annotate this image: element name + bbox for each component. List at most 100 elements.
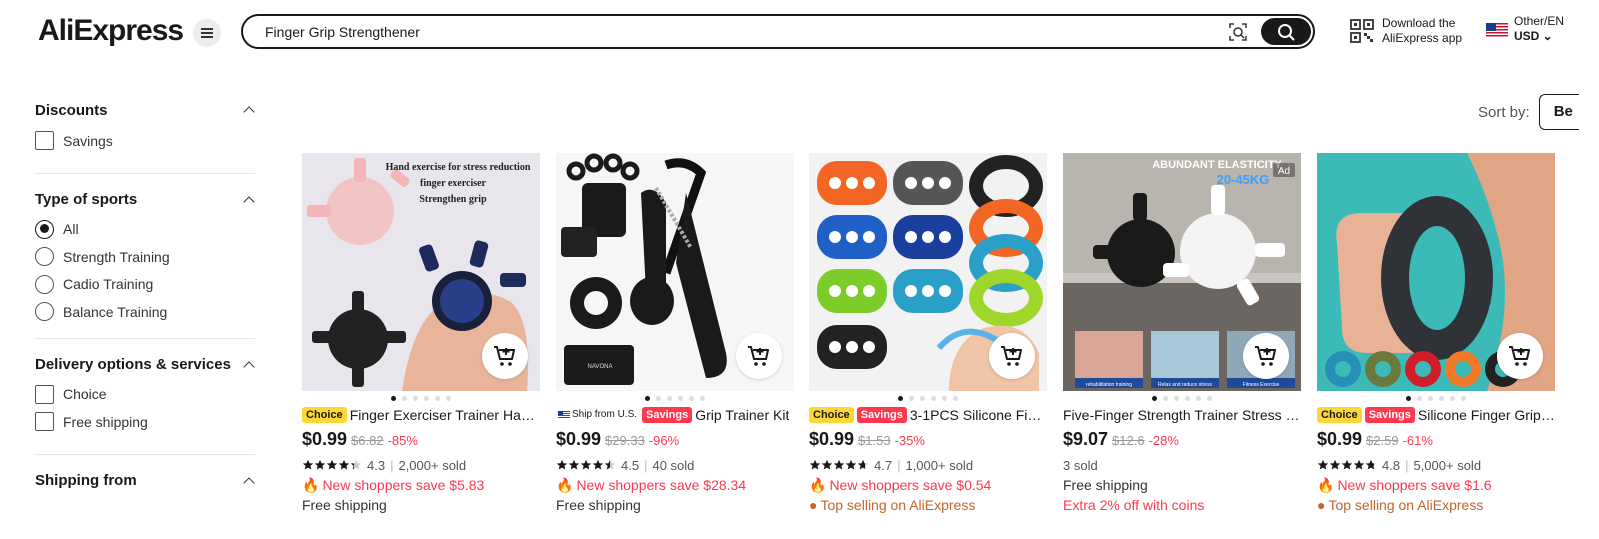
product-image[interactable]: Hand exercise for stress reduction finge… — [302, 153, 540, 391]
product-title-row[interactable]: Choice Savings Silicone Finger Gripper — [1317, 405, 1555, 425]
option-savings[interactable]: Savings — [35, 127, 255, 155]
product-title-row[interactable]: Ship from U.S. Savings Grip Trainer Kit — [556, 405, 794, 425]
rating-value: 4.7 — [874, 457, 893, 473]
app-download[interactable]: Download the AliExpress app — [1350, 16, 1462, 46]
sold-count: 2,000+ sold — [398, 457, 467, 473]
svg-text:rehabilitation training: rehabilitation training — [1086, 382, 1132, 388]
star-icon — [1317, 459, 1329, 470]
original-price: $29.33 — [605, 433, 645, 448]
price: $0.99 — [809, 429, 855, 449]
product-title-row[interactable]: Choice Finger Exerciser Trainer Hand Gri… — [302, 405, 540, 425]
option-free-shipping[interactable]: Free shipping — [35, 408, 255, 436]
option-strength-training[interactable]: Strength Training — [35, 243, 255, 271]
filter-discounts: Discounts Savings — [35, 98, 255, 174]
image-carousel-dots[interactable] — [1317, 391, 1555, 405]
star-icon — [1329, 459, 1341, 470]
menu-button[interactable] — [193, 19, 221, 47]
option-balance-training[interactable]: Balance Training — [35, 298, 255, 326]
option-all[interactable]: All — [35, 216, 255, 244]
product-card[interactable]: Hand exercise for stress reduction finge… — [302, 153, 540, 515]
product-image[interactable]: ABUNDANT ELASTICITY 20-45KG Ad rehabilit… — [1063, 153, 1301, 391]
search-input[interactable] — [265, 22, 1205, 42]
add-to-cart-button[interactable] — [1497, 333, 1543, 379]
product-card[interactable]: Choice Savings Silicone Finger Gripper $… — [1317, 153, 1555, 515]
radio[interactable] — [35, 274, 54, 294]
add-to-cart-button[interactable] — [736, 333, 782, 379]
product-card[interactable]: Choice Savings 3-1PCS Silicone Finger St… — [809, 153, 1047, 515]
us-flag-icon — [1486, 23, 1508, 38]
image-search-icon[interactable] — [1228, 22, 1248, 42]
radio[interactable] — [35, 219, 54, 239]
product-image[interactable]: NAVONA — [556, 153, 794, 391]
image-carousel-dots[interactable] — [302, 391, 540, 405]
hamburger-icon — [201, 32, 213, 34]
header: AliExpress Download the — [0, 0, 1599, 64]
star-icon — [833, 459, 845, 470]
savings-badge: Savings — [1364, 407, 1415, 423]
product-title[interactable]: Grip Trainer Kit — [695, 407, 789, 423]
add-to-cart-button[interactable] — [482, 333, 528, 379]
price: $0.99 — [302, 429, 348, 449]
add-to-cart-icon — [494, 346, 515, 366]
search-bar — [241, 14, 1315, 49]
star-rating-icon — [556, 459, 616, 471]
star-icon — [314, 459, 326, 470]
filter-title-sports[interactable]: Type of sports — [35, 188, 255, 212]
rating-row: 4.3 | 2,000+ sold — [302, 455, 540, 475]
chevron-up-icon — [243, 104, 255, 116]
product-title-row[interactable]: Five-Finger Strength Trainer Stress Reli… — [1063, 405, 1301, 425]
option-choice[interactable]: Choice — [35, 381, 255, 409]
search-button[interactable] — [1261, 18, 1311, 45]
image-caption-2: finger exerciser — [420, 178, 487, 189]
checkbox[interactable] — [35, 412, 54, 432]
image-carousel-dots[interactable] — [556, 391, 794, 405]
sort-label: Sort by: — [1478, 103, 1530, 121]
product-card[interactable]: NAVONA Ship from U.S. Savings Grip Train… — [556, 153, 794, 515]
add-to-cart-button[interactable] — [1243, 333, 1289, 379]
product-title[interactable]: 3-1PCS Silicone Finger Stretcher — [910, 407, 1047, 423]
filter-title-delivery[interactable]: Delivery options & services — [35, 353, 255, 377]
star-icon — [857, 459, 869, 470]
star-icon — [1365, 459, 1377, 470]
product-title[interactable]: Finger Exerciser Trainer Hand Grip — [350, 407, 540, 423]
radio[interactable] — [35, 302, 54, 322]
filter-title-shipping-from[interactable]: Shipping from — [35, 469, 255, 493]
image-carousel-dots[interactable] — [809, 391, 1047, 405]
product-card[interactable]: ABUNDANT ELASTICITY 20-45KG Ad rehabilit… — [1063, 153, 1301, 515]
product-title-row[interactable]: Choice Savings 3-1PCS Silicone Finger St… — [809, 405, 1047, 425]
checkbox[interactable] — [35, 384, 54, 404]
top-selling-line: ● Top selling on AliExpress — [1317, 497, 1484, 513]
product-image[interactable] — [809, 153, 1047, 391]
image-carousel-dots[interactable] — [1063, 391, 1301, 405]
price-row: $0.99 $2.59 -61% — [1317, 429, 1555, 455]
star-icon — [1353, 459, 1365, 470]
filter-sidebar: Discounts Savings Type of sports All Str… — [35, 98, 255, 493]
add-to-cart-button[interactable] — [989, 333, 1035, 379]
price-row: $0.99 $1.53 -35% — [809, 429, 1047, 455]
product-title[interactable]: Silicone Finger Gripper — [1418, 407, 1555, 423]
ad-label: Ad — [1278, 166, 1290, 177]
star-icon — [821, 459, 833, 470]
shipping-line: Free shipping — [1063, 477, 1148, 493]
radio[interactable] — [35, 247, 54, 267]
aliexpress-logo[interactable]: AliExpress — [38, 14, 184, 48]
star-rating-icon — [809, 459, 869, 471]
choice-badge: Choice — [1317, 407, 1362, 423]
image-caption-3: Strengthen grip — [419, 194, 487, 205]
product-image[interactable] — [1317, 153, 1555, 391]
ship-from-us-badge: Ship from U.S. — [556, 407, 639, 423]
rating-row: 4.8 | 5,000+ sold — [1317, 455, 1555, 475]
flame-icon: 🔥 — [556, 476, 574, 493]
star-icon — [556, 459, 568, 470]
original-price: $6.82 — [351, 433, 384, 448]
sort-dropdown[interactable]: Be — [1538, 94, 1579, 130]
star-icon — [338, 459, 350, 470]
flame-icon: 🔥 — [1317, 476, 1335, 493]
choice-badge: Choice — [809, 407, 854, 423]
app-download-line1: Download the — [1382, 16, 1456, 30]
product-title[interactable]: Five-Finger Strength Trainer Stress Reli… — [1063, 407, 1301, 423]
savings-badge: Savings — [642, 407, 693, 423]
filter-title-discounts[interactable]: Discounts — [35, 98, 255, 122]
option-cadio-training[interactable]: Cadio Training — [35, 271, 255, 299]
checkbox[interactable] — [35, 131, 54, 151]
